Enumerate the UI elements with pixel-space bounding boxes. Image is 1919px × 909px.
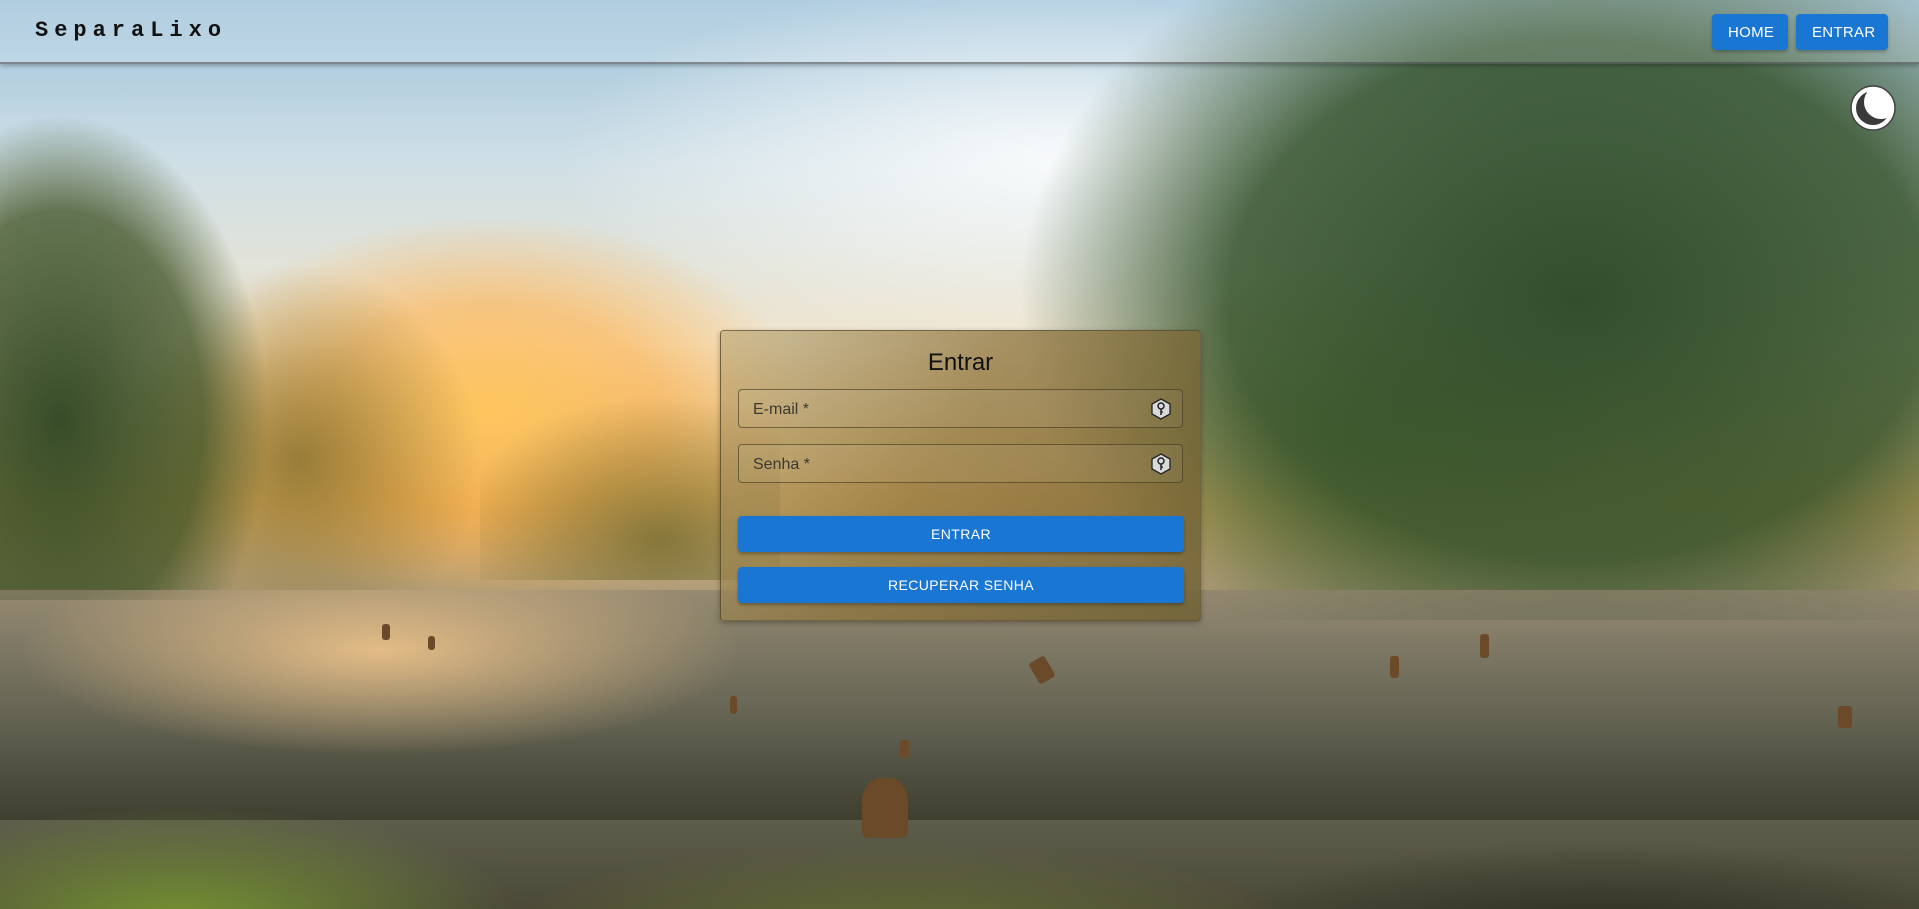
nav-login-button[interactable]: ENTRAR [1796, 14, 1888, 50]
background-grass [0, 749, 1919, 909]
password-input[interactable] [751, 445, 1135, 484]
background-stump [730, 696, 737, 714]
top-app-bar: SeparaLixo HOME ENTRAR [0, 0, 1919, 64]
background-stump [862, 778, 908, 838]
background-stump [1480, 634, 1489, 658]
nav-home-button[interactable]: HOME [1712, 14, 1788, 50]
recover-password-button[interactable]: RECUPERAR SENHA [738, 567, 1184, 603]
background-stump [1838, 706, 1852, 728]
email-field[interactable] [738, 389, 1183, 429]
moon-icon [1850, 85, 1896, 131]
login-title: Entrar [927, 349, 994, 376]
page-background: SeparaLixo HOME ENTRAR Entrar E-mail * E… [0, 0, 1919, 909]
brand-logo-text[interactable]: SeparaLixo [35, 18, 227, 43]
background-stump [1390, 656, 1399, 678]
key-icon[interactable] [1150, 398, 1172, 420]
password-field[interactable] [738, 444, 1183, 484]
background-forest-left [0, 40, 560, 600]
background-stump [900, 740, 909, 758]
email-input[interactable] [751, 390, 1135, 429]
theme-toggle-button[interactable] [1849, 84, 1897, 132]
login-submit-button[interactable]: ENTRAR [738, 516, 1184, 552]
background-stump [428, 636, 435, 650]
key-icon[interactable] [1150, 453, 1172, 475]
login-card: Entrar ENTRAR RECUPERAR SENHA [720, 330, 1201, 621]
background-stump [382, 624, 390, 640]
